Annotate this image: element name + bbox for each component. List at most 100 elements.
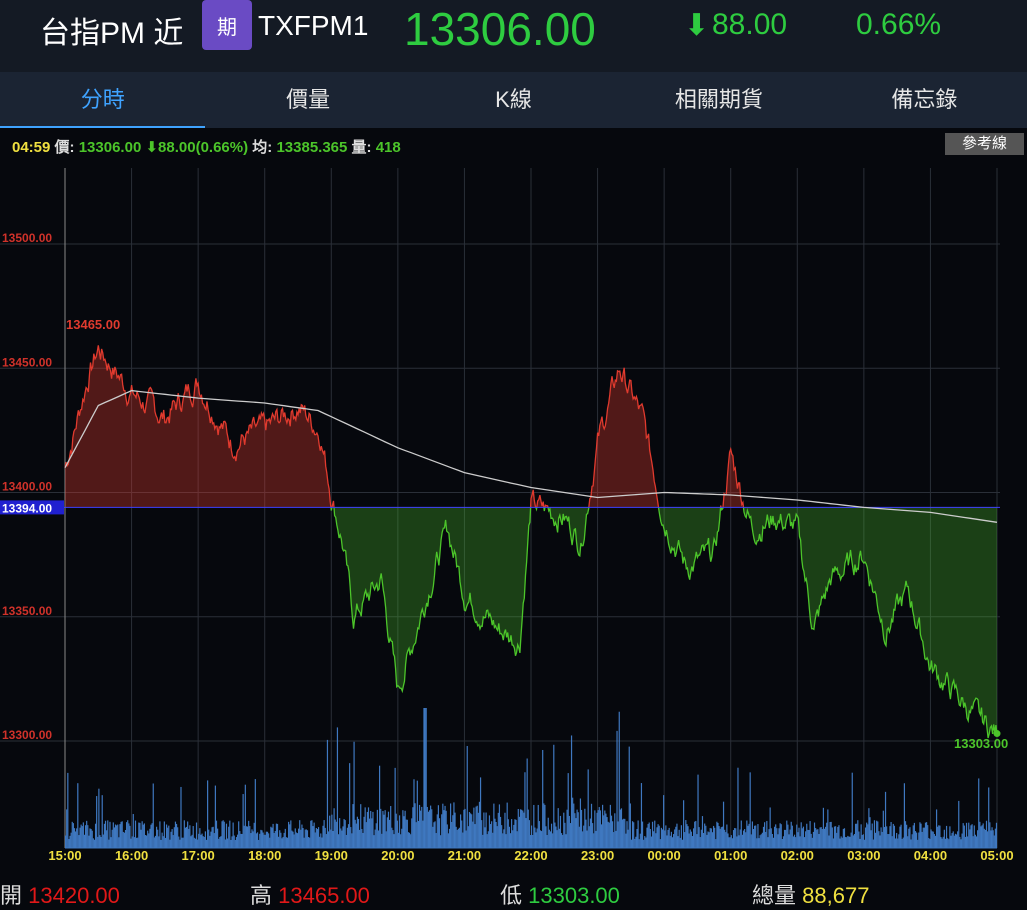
tab-price-volume[interactable]: 價量 xyxy=(205,72,410,128)
volume-bar xyxy=(448,828,451,848)
tab-intraday[interactable]: 分時 xyxy=(0,72,206,128)
volume-bar xyxy=(583,825,585,848)
volume-bar xyxy=(478,801,481,848)
volume-bar xyxy=(330,829,332,848)
volume-bar xyxy=(283,832,285,848)
volume-bar xyxy=(507,819,509,848)
y-tick-label: 13400.00 xyxy=(2,480,52,494)
tab-memo[interactable]: 備忘錄 xyxy=(822,72,1027,128)
volume-bar xyxy=(225,823,228,848)
volume-bar xyxy=(790,821,792,848)
volume-bar xyxy=(371,818,373,848)
volume-bar xyxy=(692,828,695,848)
volume-bar xyxy=(602,804,604,848)
volume-bar xyxy=(695,820,697,848)
volume-bar xyxy=(442,803,444,848)
volume-bar xyxy=(215,820,218,848)
volume-bar xyxy=(288,821,290,848)
x-tick-label: 23:00 xyxy=(581,848,614,863)
volume-bar xyxy=(916,832,918,848)
volume-bar xyxy=(892,823,894,848)
volume-bar xyxy=(96,796,98,848)
volume-bar xyxy=(844,837,847,848)
volume-bar xyxy=(314,832,316,848)
volume-bar xyxy=(249,826,251,848)
volume-bar xyxy=(486,834,488,848)
volume-bar xyxy=(968,822,970,848)
volume-bar xyxy=(198,833,200,848)
volume-bar xyxy=(608,822,610,848)
volume-bar xyxy=(286,837,289,848)
volume-bar xyxy=(336,727,339,848)
volume-bar xyxy=(798,827,800,848)
volume-bar xyxy=(839,838,841,848)
volume-bar xyxy=(792,836,795,848)
volume-bar xyxy=(899,826,901,848)
volume-bar xyxy=(983,828,985,848)
volume-bar xyxy=(275,823,278,848)
volume-bar xyxy=(112,822,114,848)
high-label: 13465.00 xyxy=(66,317,120,332)
volume-bar xyxy=(319,836,321,848)
volume-bar xyxy=(523,812,525,848)
volume-bar xyxy=(360,804,362,848)
volume-bar xyxy=(937,826,939,848)
volume-bar xyxy=(463,809,465,848)
volume-bar xyxy=(377,830,380,848)
volume-bar xyxy=(107,820,109,848)
volume-bar xyxy=(735,828,737,848)
volume-bar xyxy=(539,830,542,848)
volume-bar xyxy=(255,833,258,848)
volume-bar xyxy=(552,833,554,848)
volume-bar xyxy=(578,826,580,848)
volume-bar xyxy=(117,824,119,848)
intraday-chart[interactable]: 13500.00 13450.00 13400.00 13350.00 13300.00… xyxy=(0,160,1027,878)
volume-bar xyxy=(810,833,812,848)
volume-bar xyxy=(211,827,213,848)
volume-bar xyxy=(241,833,243,848)
volume-bar xyxy=(938,825,940,848)
x-tick-label: 18:00 xyxy=(248,848,281,863)
volume-bar xyxy=(459,814,462,848)
volume-bar xyxy=(133,837,135,848)
volume-bar xyxy=(271,827,273,848)
volume-bar xyxy=(856,823,858,848)
volume-bar xyxy=(896,832,898,848)
volume-bar xyxy=(813,822,816,848)
volume-bar xyxy=(831,827,833,848)
volume-bar xyxy=(985,820,988,848)
volume-bar xyxy=(363,816,365,848)
volume-bar xyxy=(167,827,169,848)
tab-kline[interactable]: K線 xyxy=(411,72,616,128)
volume-bar xyxy=(456,829,458,848)
y-tick-label: 13300.00 xyxy=(2,728,52,742)
volume-bar xyxy=(979,821,981,848)
volume-bar xyxy=(488,815,491,848)
volume-bar xyxy=(503,829,505,848)
volume-bar xyxy=(461,820,463,848)
x-tick-label: 01:00 xyxy=(714,848,747,863)
volume-bar xyxy=(300,829,302,848)
volume-bar xyxy=(91,830,93,848)
volume-bar xyxy=(183,820,185,848)
volume-bar xyxy=(495,821,497,848)
volume-bar xyxy=(485,812,487,848)
volume-bar xyxy=(590,803,593,848)
volume-bar xyxy=(506,802,508,848)
tab-related-futures[interactable]: 相關期貨 xyxy=(616,72,821,128)
volume-bar xyxy=(847,835,849,848)
reference-line-button[interactable]: 參考線 xyxy=(945,133,1024,155)
volume-bar xyxy=(619,809,621,848)
x-tick-label: 02:00 xyxy=(781,848,814,863)
volume-bar xyxy=(567,773,569,848)
volume-bar xyxy=(833,826,836,848)
volume-bar xyxy=(443,810,445,848)
volume-bar xyxy=(726,824,728,848)
volume-bar xyxy=(654,820,656,848)
volume-bar xyxy=(772,837,775,848)
volume-bar xyxy=(758,838,760,848)
volume-bar xyxy=(708,832,710,848)
volume-bar xyxy=(381,833,383,848)
volume-bar xyxy=(978,778,980,848)
volume-bar xyxy=(663,795,665,848)
